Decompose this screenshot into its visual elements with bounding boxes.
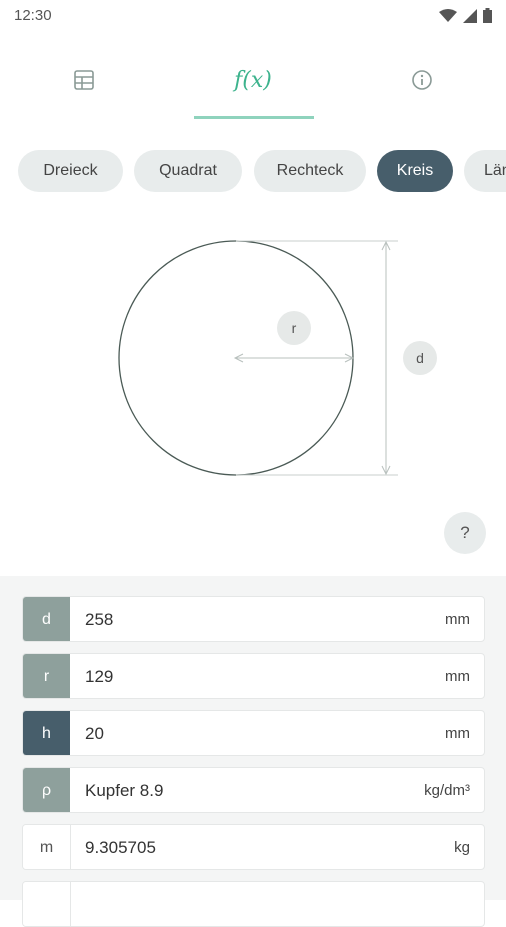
chip-dreieck[interactable]: Dreieck — [18, 150, 123, 192]
circle-diagram: r d — [118, 240, 437, 476]
chip-rechteck[interactable]: Rechteck — [254, 150, 366, 192]
tab-info[interactable] — [338, 40, 506, 120]
field-unit: mm — [445, 725, 470, 742]
battery-icon — [483, 8, 492, 23]
field-value[interactable]: 20 — [85, 711, 104, 755]
top-tab-bar: f(x) — [0, 40, 506, 120]
field-key: d — [23, 597, 70, 641]
field-unit: kg — [454, 839, 470, 856]
status-bar: 12:30 — [0, 0, 506, 32]
field-mass[interactable]: m 9.305705 kg — [22, 824, 485, 870]
field-next-partial[interactable] — [22, 881, 485, 927]
field-key: m — [23, 825, 71, 869]
wifi-icon — [439, 8, 457, 22]
tab-formula-label: f(x) — [234, 67, 272, 93]
help-button[interactable]: ? — [444, 512, 486, 554]
table-icon — [74, 70, 94, 90]
tab-formula[interactable]: f(x) — [169, 40, 337, 120]
tab-table[interactable] — [0, 40, 168, 120]
field-unit: kg/dm³ — [424, 782, 470, 799]
field-value[interactable]: 258 — [85, 597, 113, 641]
field-key: r — [23, 654, 70, 698]
shape-selector: Dreieck Quadrat Rechteck Kreis Län — [0, 150, 506, 194]
field-value[interactable]: 129 — [85, 654, 113, 698]
diameter-label: d — [416, 350, 424, 366]
field-unit: mm — [445, 611, 470, 628]
field-radius[interactable]: r 129 mm — [22, 653, 485, 699]
field-value: 9.305705 — [85, 838, 156, 857]
chip-kreis[interactable]: Kreis — [377, 150, 453, 192]
input-panel: d 258 mm r 129 mm h 20 mm ρ Kupfer 8.9 k… — [0, 576, 506, 927]
radius-label: r — [292, 320, 297, 336]
field-value[interactable]: Kupfer 8.9 — [85, 768, 163, 812]
field-height[interactable]: h 20 mm — [22, 710, 485, 756]
field-diameter[interactable]: d 258 mm — [22, 596, 485, 642]
field-key: h — [23, 711, 70, 755]
chip-laenge[interactable]: Län — [464, 150, 506, 192]
active-tab-indicator — [194, 116, 314, 119]
field-unit: mm — [445, 668, 470, 685]
field-key — [23, 882, 71, 926]
signal-icon — [463, 8, 477, 23]
chip-quadrat[interactable]: Quadrat — [134, 150, 242, 192]
field-key: ρ — [23, 768, 70, 812]
field-density[interactable]: ρ Kupfer 8.9 kg/dm³ — [22, 767, 485, 813]
status-time: 12:30 — [14, 7, 52, 24]
info-icon — [412, 70, 432, 90]
